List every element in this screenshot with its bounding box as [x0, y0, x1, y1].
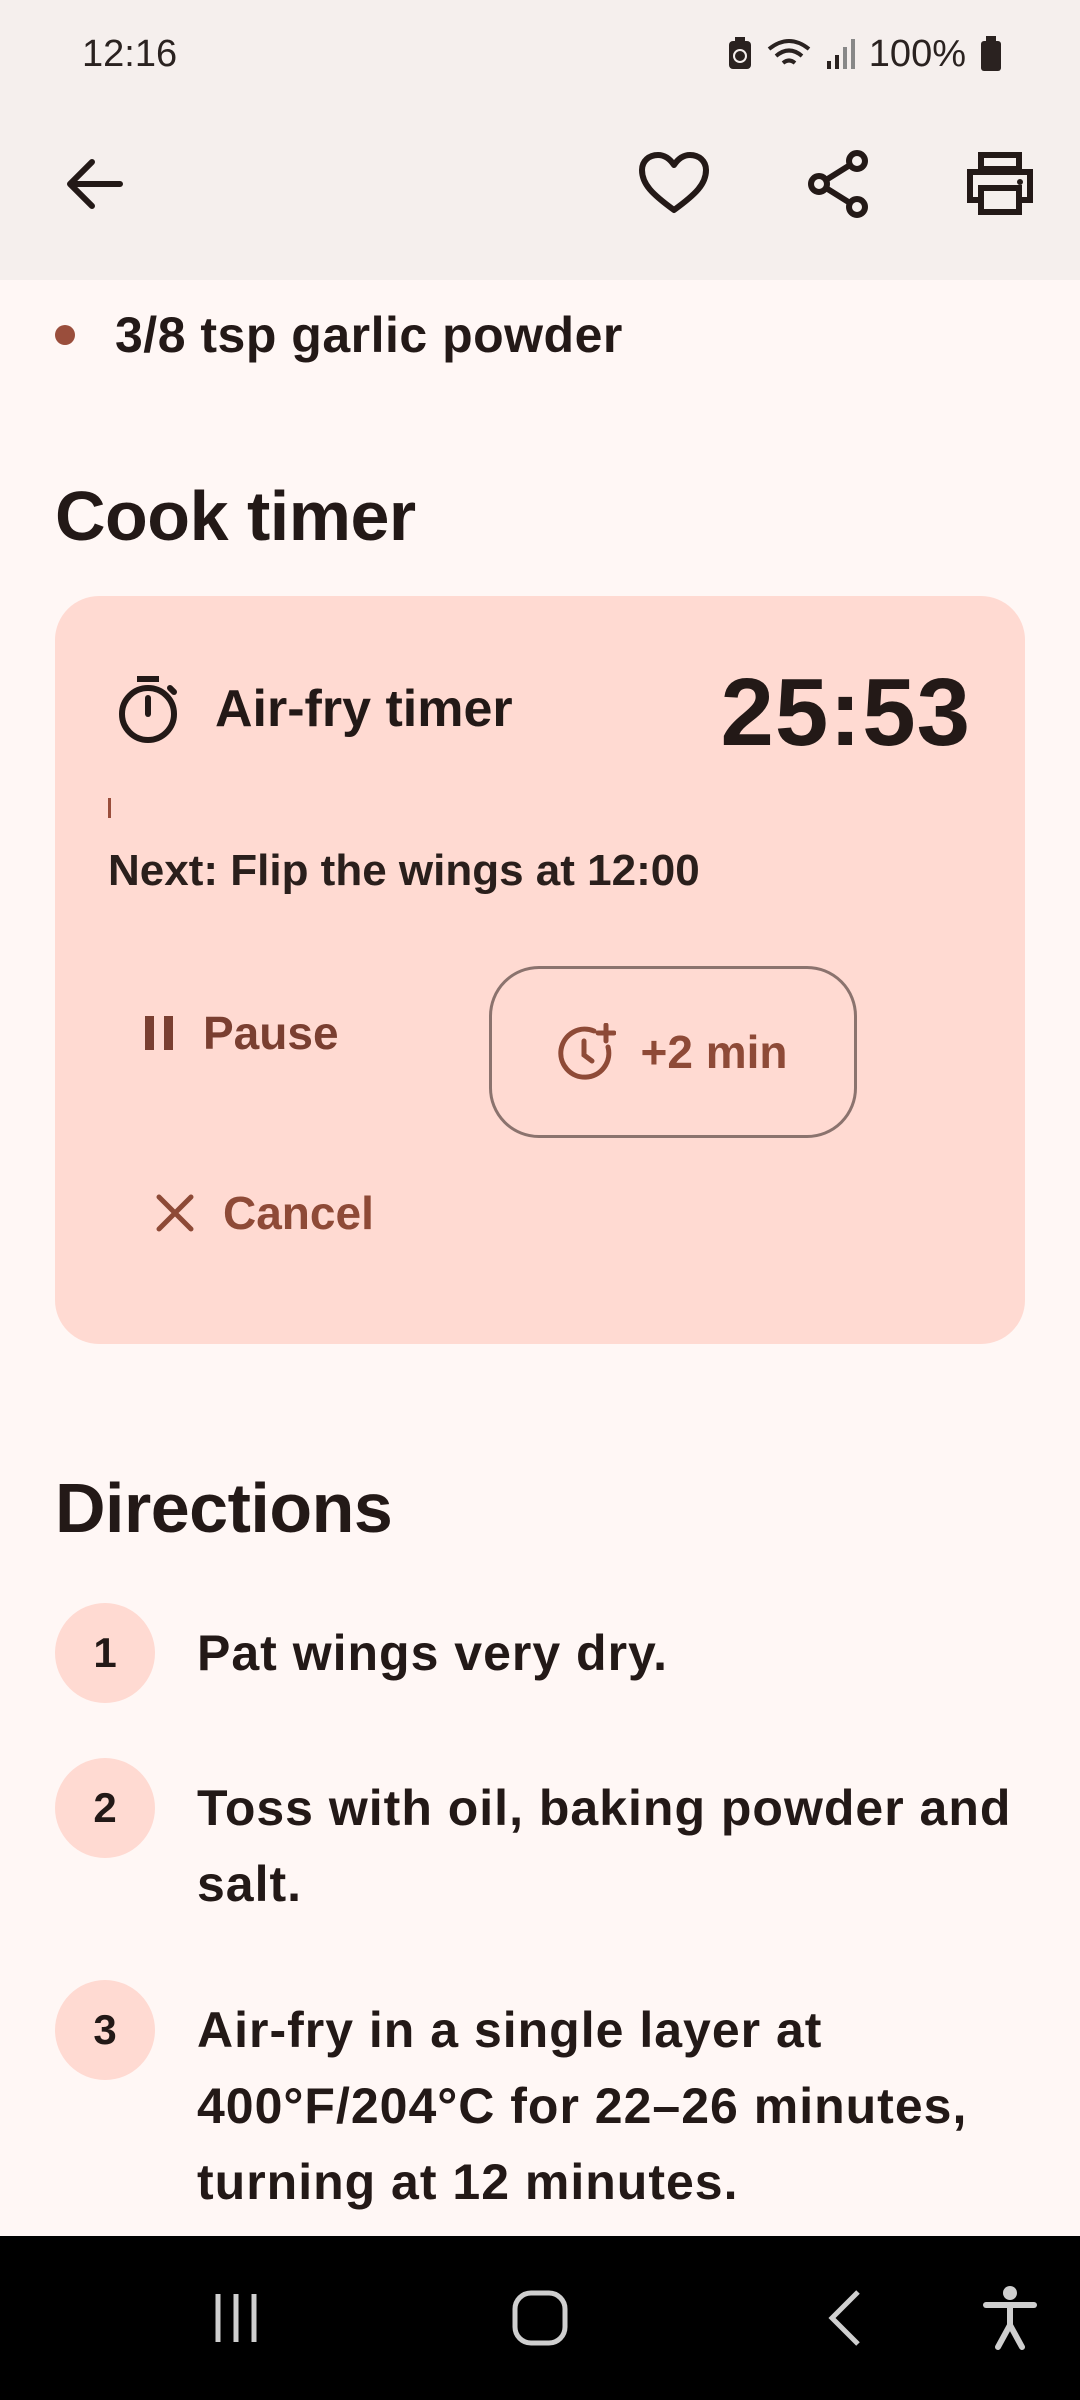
favorite-button[interactable] — [626, 136, 722, 232]
print-button[interactable] — [952, 136, 1048, 232]
step-text: Pat wings very dry. — [197, 1625, 669, 1681]
accessibility-button[interactable] — [970, 2278, 1050, 2358]
recents-button[interactable] — [196, 2278, 276, 2358]
pause-button[interactable]: Pause — [143, 976, 339, 1090]
share-icon — [808, 150, 868, 218]
stopwatch-icon — [119, 676, 177, 743]
recents-icon — [215, 2294, 257, 2342]
battery-saver-icon — [728, 37, 751, 69]
battery-percent: 100% — [868, 32, 966, 75]
direction-step: 1 Pat wings very dry. — [55, 1603, 1017, 1703]
back-button[interactable] — [46, 136, 142, 232]
add-time-label: +2 min — [640, 1026, 788, 1078]
step-number: 1 — [55, 1603, 155, 1703]
bullet-icon — [55, 325, 75, 345]
pause-label: Pause — [203, 1007, 339, 1059]
status-bar: 12:16 100% — [0, 0, 1080, 108]
battery-icon — [981, 36, 1001, 71]
direction-step: 3 Air-fry in a single layer at 400°F/204… — [55, 1980, 1017, 2220]
nav-back-button[interactable] — [804, 2278, 884, 2358]
timer-countdown: 25:53 — [720, 659, 971, 766]
step-number: 3 — [55, 1980, 155, 2080]
cook-timer-title: Cook timer — [55, 477, 416, 555]
cancel-label: Cancel — [223, 1187, 374, 1239]
status-time: 12:16 — [82, 32, 178, 75]
step-text: Air-fry in a single layer at 400°F/204°C… — [197, 2002, 968, 2210]
status-icons: 100% — [727, 33, 1002, 76]
timer-progress — [108, 798, 111, 818]
step-text: Toss with oil, baking powder and salt. — [197, 1780, 1012, 1912]
home-button[interactable] — [500, 2278, 580, 2358]
step-number: 2 — [55, 1758, 155, 1858]
pause-icon — [145, 1016, 173, 1050]
signal-icon — [826, 39, 855, 69]
next-step-text: Next: Flip the wings at 12:00 — [108, 846, 700, 895]
directions-title: Directions — [55, 1469, 393, 1547]
home-icon — [512, 2290, 568, 2346]
ingredient-item: 3/8 tsp garlic powder — [55, 306, 623, 364]
accessibility-icon — [983, 2286, 1037, 2350]
share-button[interactable] — [790, 136, 886, 232]
timer-label: Air-fry timer — [215, 680, 513, 738]
direction-step: 2 Toss with oil, baking powder and salt. — [55, 1758, 1017, 1922]
print-icon — [967, 152, 1033, 215]
cancel-timer-button[interactable]: Cancel — [155, 1156, 374, 1270]
top-app-bar — [0, 108, 1080, 280]
timer-header: Air-fry timer — [115, 674, 513, 744]
arrow-back-icon — [67, 159, 123, 209]
add-time-icon — [558, 1023, 617, 1080]
chevron-left-icon — [828, 2290, 860, 2346]
system-nav-bar — [0, 2236, 1080, 2400]
timer-card: Air-fry timer 25:53 Next: Flip the wings… — [55, 596, 1025, 1344]
heart-outline-icon — [639, 152, 709, 213]
add-two-minutes-button[interactable]: +2 min — [489, 966, 857, 1138]
close-icon — [156, 1194, 194, 1232]
ingredient-text: 3/8 tsp garlic powder — [115, 307, 623, 363]
wifi-icon — [767, 39, 811, 65]
